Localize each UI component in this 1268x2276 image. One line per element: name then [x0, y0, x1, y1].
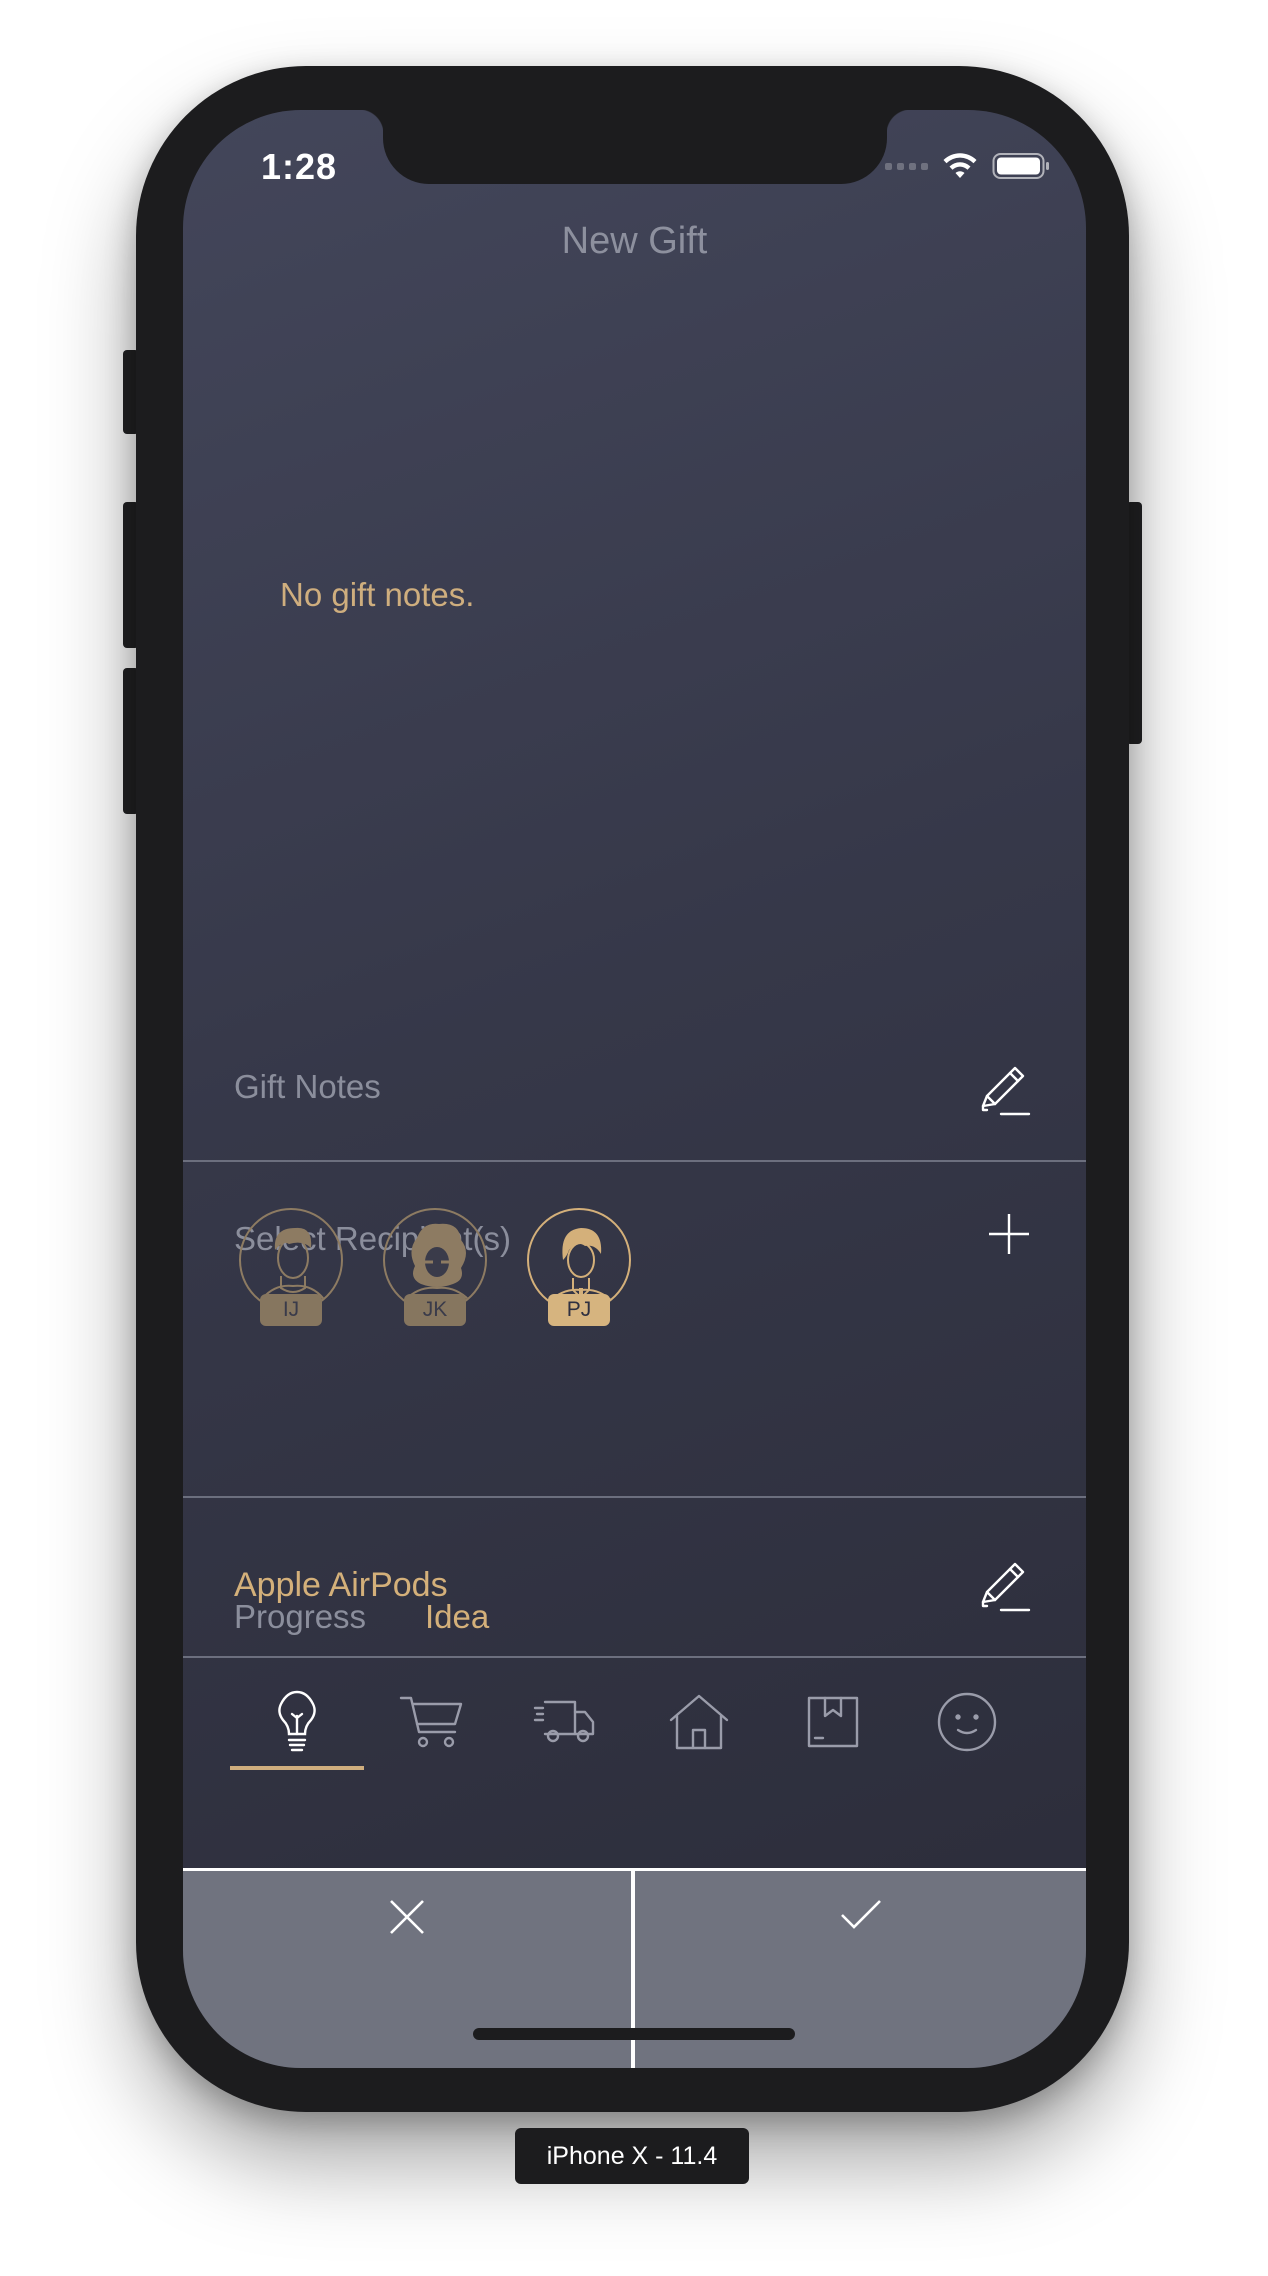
- close-icon: [390, 1900, 424, 1934]
- simulator-device-label: iPhone X - 11.4: [515, 2128, 749, 2184]
- wifi-icon: [943, 153, 977, 178]
- plus-icon: [989, 1214, 1029, 1254]
- battery-icon: [992, 153, 1049, 179]
- page-title: New Gift: [561, 220, 708, 262]
- recipient-initials: JK: [404, 1294, 466, 1326]
- stage-wrapped-button[interactable]: [766, 1682, 900, 1762]
- stage-given-button[interactable]: [900, 1682, 1034, 1762]
- recipient-initials: PJ: [548, 1294, 610, 1326]
- divider: [183, 1160, 1086, 1162]
- app-screen: 1:28 New Gift No gift notes. Gift Notes: [183, 110, 1086, 2068]
- stage-purchase-button[interactable]: [364, 1682, 498, 1762]
- recipient-initials: IJ: [260, 1294, 322, 1326]
- edit-gift-name-button[interactable]: [977, 1558, 1033, 1619]
- divider: [183, 1496, 1086, 1498]
- gift-notes-label: Gift Notes: [234, 1068, 381, 1105]
- device-notch: [359, 110, 911, 184]
- truck-icon: [533, 1700, 595, 1743]
- smiley-icon: [937, 1692, 997, 1752]
- pencil-icon: [981, 1066, 1031, 1116]
- recipient-avatar-pj[interactable]: PJ: [525, 1206, 633, 1328]
- pencil-icon: [981, 1562, 1031, 1612]
- status-icons: [885, 152, 1050, 180]
- progress-label: Progress: [234, 1598, 367, 1635]
- stage-home-button[interactable]: [632, 1682, 766, 1762]
- divider: [183, 1656, 1086, 1658]
- lightbulb-icon: [278, 1690, 316, 1752]
- gift-notes-text: No gift notes.: [280, 576, 475, 613]
- progress-stage-value: Idea: [425, 1598, 490, 1635]
- add-recipient-button[interactable]: [987, 1212, 1031, 1261]
- recipient-avatar-ij[interactable]: IJ: [237, 1206, 345, 1328]
- edit-notes-button[interactable]: [977, 1062, 1033, 1123]
- box-icon: [807, 1696, 859, 1748]
- cart-icon: [399, 1696, 463, 1748]
- status-time: 1:28: [261, 146, 338, 187]
- signal-icon: [885, 162, 928, 170]
- home-indicator[interactable]: [473, 2028, 795, 2040]
- recipient-avatar-jk[interactable]: JK: [381, 1206, 489, 1328]
- checkmark-icon: [840, 1900, 881, 1929]
- house-icon: [669, 1694, 729, 1750]
- selected-stage-indicator: [230, 1766, 364, 1770]
- stage-shipping-button[interactable]: [498, 1682, 632, 1762]
- stage-idea-button[interactable]: [230, 1682, 364, 1762]
